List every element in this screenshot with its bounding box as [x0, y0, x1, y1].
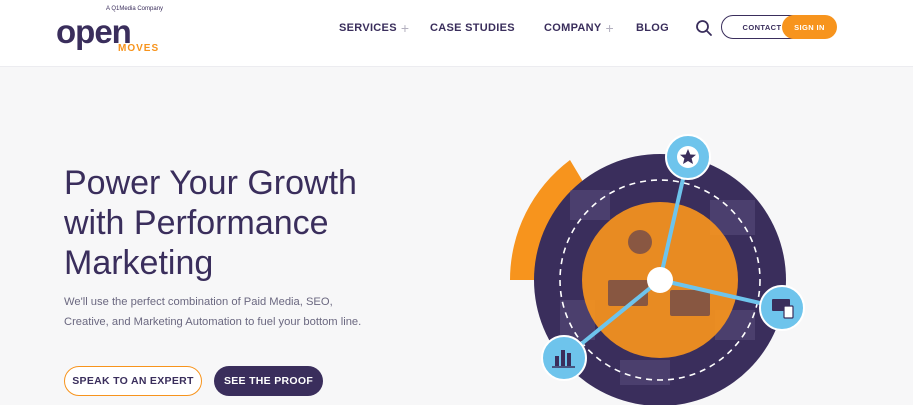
nav-blog[interactable]: BLOG — [636, 20, 669, 36]
hero-subtext: We'll use the perfect combination of Pai… — [64, 292, 364, 332]
hero-headline: Power Your Growth with Performance Marke… — [64, 163, 444, 283]
sign-in-button-label: SIGN IN — [794, 22, 825, 32]
subtext-line: We'll use the perfect combination of Pai… — [64, 296, 333, 308]
sign-in-button[interactable]: SIGN IN — [782, 15, 837, 39]
contact-button-label: CONTACT — [742, 22, 782, 32]
nav-case-studies-label: CASE STUDIES — [430, 22, 515, 34]
plus-icon: + — [400, 20, 410, 36]
plus-icon: + — [605, 20, 614, 36]
headline-line: Power Your Growth — [64, 164, 357, 202]
headline-line: Marketing — [64, 244, 214, 282]
see-the-proof-button[interactable]: SEE THE PROOF — [214, 366, 323, 396]
search-icon[interactable] — [695, 19, 713, 37]
nav-services-label: SERVICES — [339, 22, 397, 34]
speak-to-expert-button[interactable]: SPEAK TO AN EXPERT — [64, 366, 202, 396]
subtext-line: Creative, and Marketing Automation to fu… — [64, 316, 362, 328]
nav-company[interactable]: COMPANY + — [544, 20, 614, 36]
nav-case-studies[interactable]: CASE STUDIES — [430, 20, 515, 36]
speak-to-expert-label: SPEAK TO AN EXPERT — [72, 375, 194, 387]
star-icon — [665, 134, 711, 180]
nav-blog-label: BLOG — [636, 22, 669, 34]
site-header: A Q1Media Company open MOVES SERVICES + … — [0, 0, 913, 67]
nav-services[interactable]: SERVICES + — [339, 20, 409, 36]
center-node — [647, 267, 673, 293]
devices-icon — [759, 285, 805, 331]
see-the-proof-label: SEE THE PROOF — [223, 375, 314, 387]
nav-company-label: COMPANY — [544, 22, 602, 34]
openmoves-logo[interactable]: A Q1Media Company open MOVES — [56, 6, 176, 56]
bar-chart-icon — [541, 335, 587, 381]
logo-sub: MOVES — [118, 43, 160, 54]
hero-graphic — [510, 134, 805, 405]
headline-line: with Performance — [64, 204, 329, 242]
